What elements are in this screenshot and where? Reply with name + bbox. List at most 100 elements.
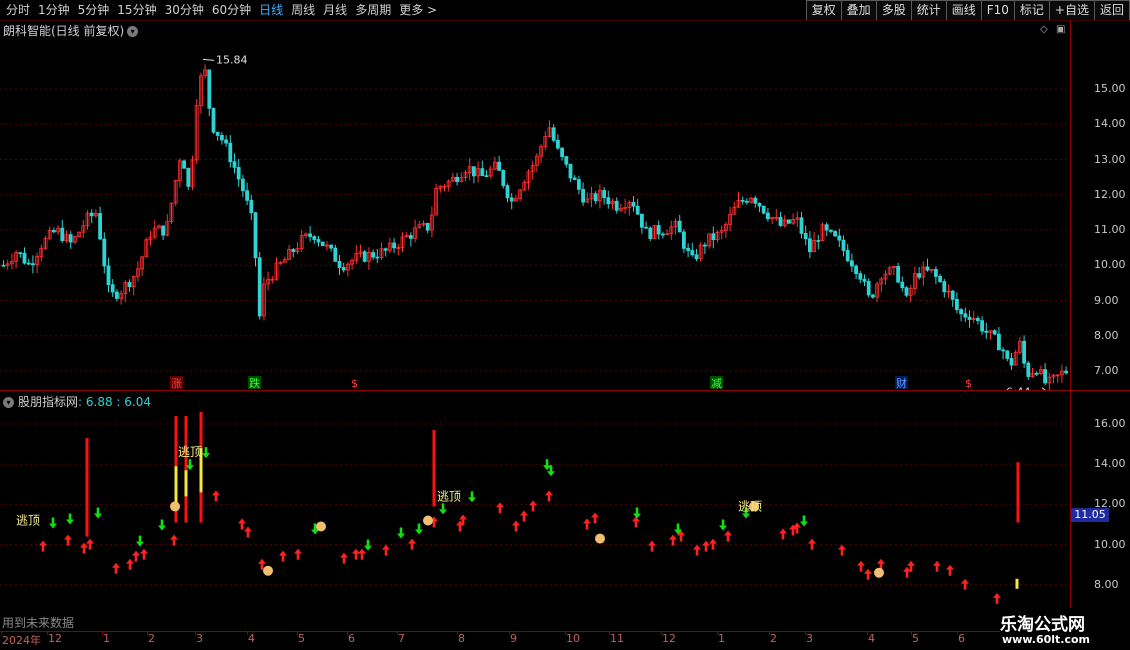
period-tab[interactable]: 60分钟 — [208, 0, 255, 20]
candle-body — [329, 244, 334, 249]
up-arrow-icon — [591, 512, 599, 524]
candle-body — [1034, 372, 1039, 375]
down-arrow-icon — [202, 447, 210, 459]
date-tick — [867, 631, 868, 635]
candle-body — [808, 238, 812, 253]
price-chart[interactable]: 15.846.44涨跌$减财$ — [0, 20, 1070, 390]
candle-body — [383, 248, 388, 251]
indicator-title[interactable]: ▾ 股朋指标网: 6.88 : 6.04 — [3, 393, 151, 410]
up-arrow-icon — [648, 540, 656, 552]
candle-body — [106, 265, 111, 286]
period-tab[interactable]: 30分钟 — [161, 0, 208, 20]
candle-body — [484, 175, 489, 178]
candle-body — [686, 248, 690, 251]
date-tick — [297, 631, 298, 635]
high-label: 15.84 — [216, 53, 248, 66]
down-arrow-icon — [415, 523, 423, 535]
date-tick — [195, 631, 196, 635]
candle-body — [606, 197, 611, 205]
up-arrow-icon — [857, 560, 865, 572]
up-arrow-icon — [702, 540, 710, 552]
candle-body — [362, 251, 367, 262]
candle-body — [703, 244, 707, 247]
candle-body — [997, 333, 1001, 351]
signal-bar-yellow — [184, 470, 188, 497]
candle-body — [803, 233, 808, 240]
candle-body — [824, 224, 829, 231]
date-label: 6 — [958, 632, 965, 645]
toolbar-button[interactable]: F10 — [980, 0, 1015, 20]
period-tab[interactable]: 多周期 — [351, 0, 395, 20]
period-tab[interactable]: 周线 — [287, 0, 319, 20]
y-tick-label: 11.00 — [1094, 223, 1126, 236]
date-tick — [247, 631, 248, 635]
date-tick — [661, 631, 662, 635]
candle-body — [455, 176, 460, 182]
hand-pointer-icon — [263, 565, 273, 576]
candle-body — [375, 256, 380, 259]
future-data-note: 用到未来数据 — [2, 616, 75, 630]
toolbar-button[interactable]: 多股 — [875, 0, 912, 20]
y-tick-label: 10.00 — [1094, 258, 1126, 272]
candle-body — [371, 252, 376, 258]
period-tab[interactable]: 分时 — [2, 0, 34, 20]
chevron-down-icon[interactable]: ▾ — [3, 397, 14, 408]
escape-top-label: 逃顶 — [738, 499, 762, 513]
date-label: 8 — [458, 632, 465, 645]
current-price-badge: 11.05 — [1071, 508, 1109, 522]
signal-bar-yellow — [1015, 578, 1019, 589]
up-arrow-icon — [529, 500, 537, 512]
indicator-chart[interactable]: 逃顶逃顶逃顶逃顶 — [0, 410, 1070, 630]
date-tick — [397, 631, 398, 635]
candle-body — [115, 291, 119, 299]
period-tab[interactable]: 5分钟 — [74, 0, 114, 20]
date-label: 12 — [48, 632, 62, 645]
date-label: 9 — [510, 632, 517, 645]
toolbar-button[interactable]: 复权 — [805, 0, 842, 20]
candle-body — [186, 167, 191, 187]
toolbar-button[interactable]: 画线 — [945, 0, 982, 20]
toolbar-button[interactable]: 叠加 — [840, 0, 877, 20]
period-tab[interactable]: 日线 — [255, 0, 287, 20]
candle-body — [308, 233, 313, 237]
up-arrow-icon — [709, 538, 717, 550]
date-label: 2024年 — [2, 634, 41, 647]
candle-body — [341, 267, 346, 271]
period-tab[interactable]: 更多 > — [395, 0, 441, 20]
up-arrow-icon — [86, 538, 94, 550]
candle-body — [850, 260, 854, 267]
candle-body — [497, 161, 502, 171]
candle-body — [564, 156, 569, 165]
up-arrow-icon — [779, 528, 787, 540]
escape-top-label: 逃顶 — [178, 445, 202, 459]
candle-body — [896, 266, 900, 283]
candle-body — [501, 170, 506, 187]
down-arrow-icon — [94, 507, 102, 519]
signal-bar — [85, 438, 89, 537]
hand-pointer-icon — [595, 533, 605, 544]
period-tab[interactable]: 15分钟 — [113, 0, 160, 20]
candle-body — [232, 161, 237, 168]
event-marker: 涨 — [171, 377, 182, 390]
candle-body — [841, 239, 846, 251]
down-arrow-icon — [136, 535, 144, 547]
candle-body — [60, 227, 65, 242]
up-arrow-icon — [808, 538, 816, 550]
up-arrow-icon — [112, 562, 120, 574]
date-label: 1 — [718, 632, 725, 645]
candle-body — [829, 229, 833, 232]
up-arrow-icon — [496, 502, 504, 514]
toolbar-button[interactable]: 标记 — [1013, 0, 1050, 20]
date-label: 11 — [610, 632, 624, 645]
up-arrow-icon — [693, 544, 701, 556]
date-label: 12 — [662, 632, 676, 645]
period-tab[interactable]: 1分钟 — [34, 0, 74, 20]
toolbar-button[interactable]: 返回 — [1093, 0, 1130, 20]
toolbar-button[interactable]: 统计 — [910, 0, 947, 20]
candle-body — [614, 200, 619, 211]
candle-body — [934, 268, 938, 277]
up-arrow-icon — [961, 578, 969, 590]
toolbar-button[interactable]: +自选 — [1048, 0, 1095, 20]
period-tab[interactable]: 月线 — [319, 0, 351, 20]
up-arrow-icon — [279, 550, 287, 562]
